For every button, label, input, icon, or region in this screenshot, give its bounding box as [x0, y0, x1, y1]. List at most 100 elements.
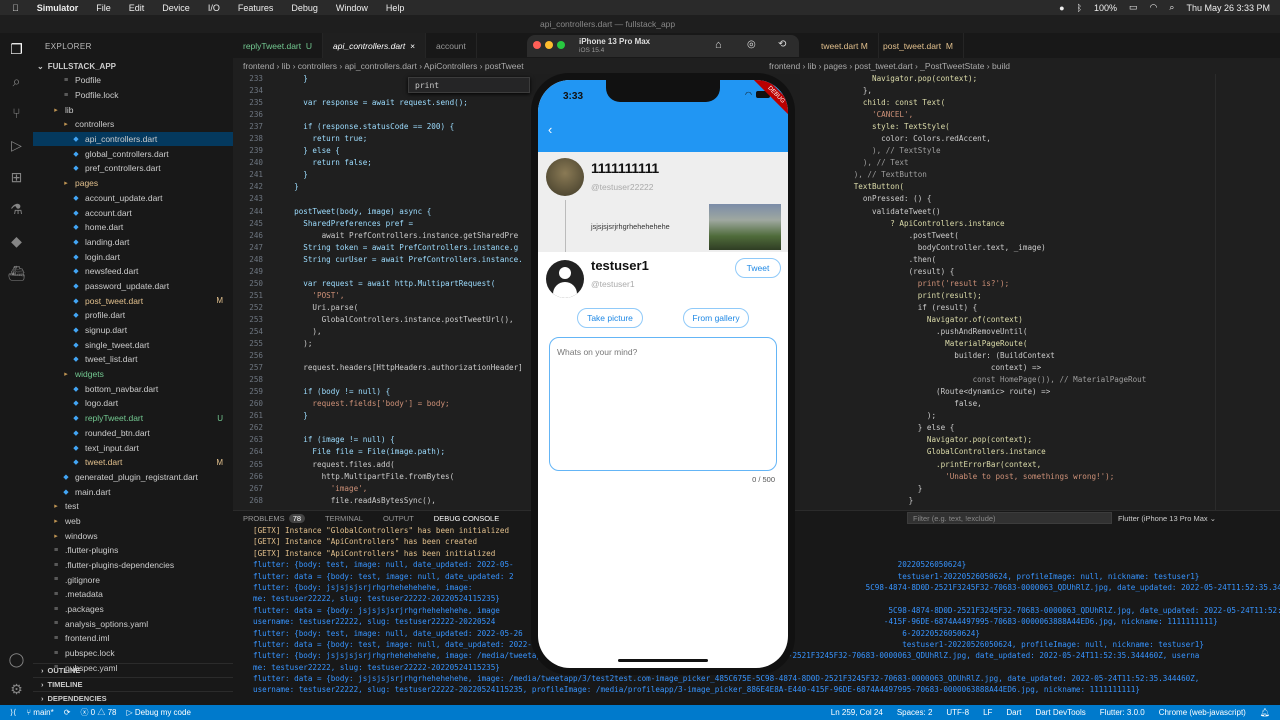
close-icon[interactable]: × — [410, 41, 415, 51]
tree-item[interactable]: ▸ pages — [33, 176, 233, 191]
avatar[interactable] — [546, 158, 584, 196]
code-line[interactable]: 244 postTweet(body, image) async { — [233, 207, 533, 219]
sync-icon[interactable]: ⟳ — [64, 708, 71, 717]
dart-devtools[interactable]: Dart DevTools — [1036, 708, 1086, 717]
tree-item[interactable]: ◆ password_update.dart — [33, 279, 233, 294]
tree-item[interactable]: ◆ main.dart — [33, 484, 233, 499]
menu-file[interactable]: File — [96, 3, 111, 13]
code-line[interactable]: (Route<dynamic> route) => — [800, 387, 1215, 399]
wifi-icon[interactable]: ◠ — [1150, 2, 1158, 13]
tree-item[interactable]: ≡ pubspec.lock — [33, 646, 233, 661]
code-line[interactable]: 236 — [233, 110, 533, 122]
breadcrumb-right[interactable]: frontend › lib › pages › post_tweet.dart… — [769, 61, 1010, 71]
code-editor-right[interactable]: Navigator.pop(context); }, child: const … — [800, 74, 1215, 510]
tree-item[interactable]: ≡ .packages — [33, 602, 233, 617]
console-filter-input[interactable]: Filter (e.g. text, !exclude) — [907, 512, 1112, 524]
search-icon[interactable]: ⌕ — [0, 65, 33, 97]
code-line[interactable]: 263 if (image != null) { — [233, 435, 533, 447]
code-line[interactable]: 257 request.headers[HttpHeaders.authoriz… — [233, 363, 533, 375]
tree-item[interactable]: ▸ controllers — [33, 117, 233, 132]
tweet-image[interactable] — [709, 204, 781, 250]
original-tweet[interactable]: 1111111111 @testuser22222 jsjsjsjsrjrhgr… — [538, 152, 788, 252]
code-line[interactable]: (result) { — [800, 267, 1215, 279]
home-indicator[interactable] — [618, 659, 708, 662]
zoom-window-button[interactable] — [557, 41, 565, 49]
code-line[interactable]: 258 — [233, 375, 533, 387]
menu-io[interactable]: I/O — [208, 3, 220, 13]
tree-item[interactable]: ≡ frontend.iml — [33, 631, 233, 646]
code-line[interactable]: 248 String curUser = await PrefControlle… — [233, 255, 533, 267]
code-line[interactable]: 238 return true; — [233, 134, 533, 146]
code-line[interactable]: 261 } — [233, 411, 533, 423]
code-line[interactable]: 265 request.files.add( — [233, 460, 533, 472]
datetime[interactable]: Thu May 26 3:33 PM — [1186, 3, 1270, 13]
code-line[interactable]: Navigator.pop(context); — [800, 435, 1215, 447]
code-line[interactable]: 243 — [233, 194, 533, 206]
bluetooth-icon[interactable]: ᛒ — [1077, 3, 1082, 13]
tree-item[interactable]: ◆ pref_controllers.dart — [33, 161, 233, 176]
docker-icon[interactable]: ⛴ — [0, 257, 33, 289]
timeline-section[interactable]: › TIMELINE — [33, 677, 233, 691]
home-icon[interactable]: ⌂ — [715, 39, 722, 51]
tree-item[interactable]: ◆ text_input.dart — [33, 440, 233, 455]
eol[interactable]: LF — [983, 708, 992, 717]
code-line[interactable]: ); — [800, 411, 1215, 423]
tree-item[interactable]: ◆ bottom_navbar.dart — [33, 381, 233, 396]
code-line[interactable]: ), // Text — [800, 158, 1215, 170]
tree-item[interactable]: ▸ widgets — [33, 367, 233, 382]
code-line[interactable]: print('result is?'); — [800, 279, 1215, 291]
code-line[interactable]: } — [800, 496, 1215, 508]
find-widget[interactable]: print — [408, 77, 530, 93]
code-line[interactable]: ), // TextButton — [800, 170, 1215, 182]
code-line[interactable]: style: TextStyle( — [800, 122, 1215, 134]
code-line[interactable]: 249 — [233, 267, 533, 279]
problems-status[interactable]: ⓧ 0 △ 78 — [80, 707, 116, 718]
bell-icon[interactable]: 🔔︎ — [1260, 708, 1270, 717]
code-line[interactable]: } — [800, 484, 1215, 496]
tree-item[interactable]: ◆ profile.dart — [33, 308, 233, 323]
search-icon[interactable]: ⌕ — [1169, 2, 1174, 13]
minimize-window-button[interactable] — [545, 41, 553, 49]
tree-item[interactable]: ◆ api_controllers.dart — [33, 131, 233, 147]
code-line[interactable]: 245 SharedPreferences pref = — [233, 219, 533, 231]
tree-item[interactable]: ≡ analysis_options.yaml — [33, 616, 233, 631]
menu-features[interactable]: Features — [238, 3, 274, 13]
flutter-version[interactable]: Flutter: 3.0.0 — [1100, 708, 1145, 717]
code-line[interactable]: 266 http.MultipartFile.fromBytes( — [233, 472, 533, 484]
tab-api-controllers[interactable]: api_controllers.dart × — [323, 33, 426, 58]
code-line[interactable]: }, — [800, 86, 1215, 98]
code-line[interactable]: Navigator.of(context) — [800, 315, 1215, 327]
screenshot-icon[interactable]: ◎ — [747, 39, 756, 50]
tree-item[interactable]: ≡ .metadata — [33, 587, 233, 602]
code-line[interactable]: 255 ); — [233, 339, 533, 351]
account-icon[interactable]: ◯ — [0, 643, 33, 675]
tree-item[interactable]: ◆ rounded_btn.dart — [33, 426, 233, 441]
tree-item[interactable]: ◆ global_controllers.dart — [33, 146, 233, 161]
tree-item[interactable]: ◆ login.dart — [33, 249, 233, 264]
tab-problems[interactable]: PROBLEMS 78 — [233, 514, 315, 523]
menu-app-name[interactable]: Simulator — [37, 3, 79, 13]
code-line[interactable]: 'CANCEL', — [800, 110, 1215, 122]
code-line[interactable]: 254 ), — [233, 327, 533, 339]
from-gallery-button[interactable]: From gallery — [683, 308, 749, 328]
tree-item[interactable]: ≡ .flutter-plugins — [33, 543, 233, 558]
source-control-icon[interactable]: ⑂ — [0, 97, 33, 129]
code-line[interactable]: bodyController.text, _image) — [800, 243, 1215, 255]
code-line[interactable]: } else { — [800, 423, 1215, 435]
tab-account[interactable]: account — [426, 33, 477, 58]
code-line[interactable]: .postTweet( — [800, 231, 1215, 243]
tree-item[interactable]: ▸ windows — [33, 528, 233, 543]
tree-item[interactable]: ◆ single_tweet.dart — [33, 337, 233, 352]
code-line[interactable]: 240 return false; — [233, 158, 533, 170]
minimap[interactable] — [1215, 74, 1280, 510]
tree-item[interactable]: ≡ .gitignore — [33, 572, 233, 587]
menu-edit[interactable]: Edit — [129, 3, 145, 13]
code-line[interactable]: TextButton( — [800, 182, 1215, 194]
apple-icon[interactable]:  — [12, 3, 19, 13]
tweet-text-area[interactable]: Whats on your mind? — [549, 337, 777, 471]
code-line[interactable]: print(result); — [800, 291, 1215, 303]
code-line[interactable]: 252 Uri.parse( — [233, 303, 533, 315]
debug-status[interactable]: ▷ Debug my code — [126, 708, 190, 717]
tree-item[interactable]: ≡ .flutter-plugins-dependencies — [33, 558, 233, 573]
cursor-position[interactable]: Ln 259, Col 24 — [831, 708, 883, 717]
